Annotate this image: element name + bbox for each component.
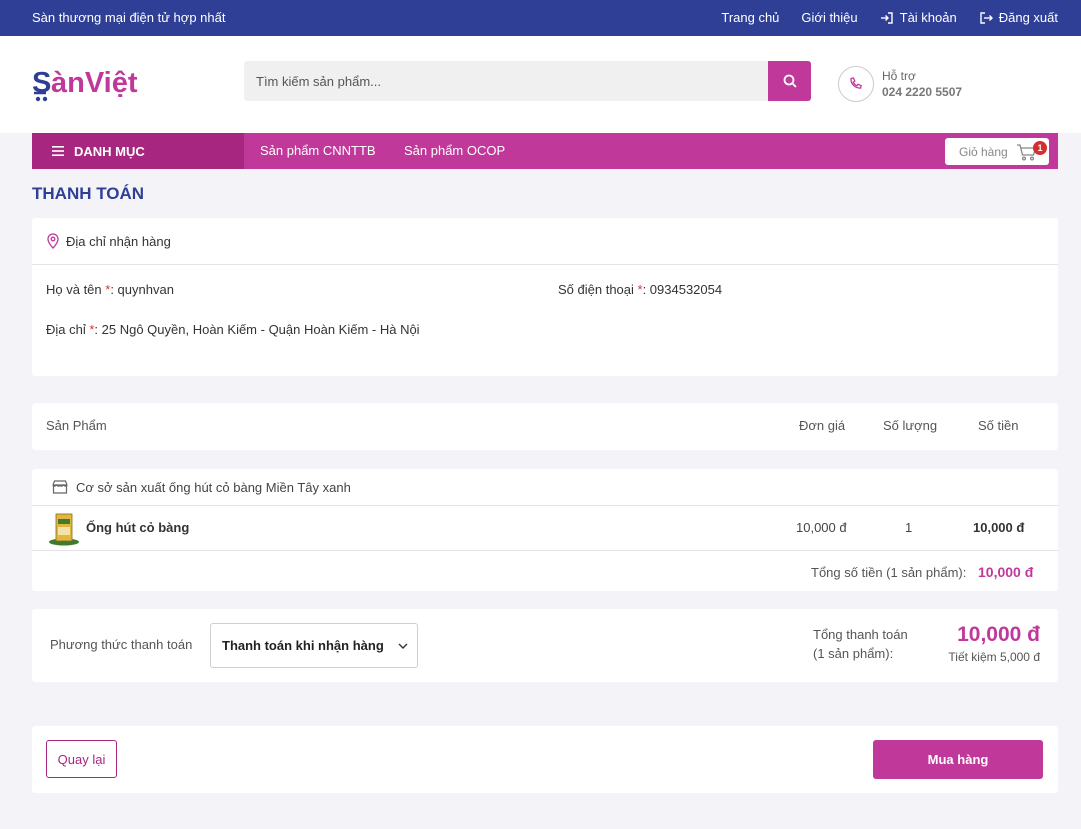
grand-total-count: (1 sản phẩm): — [813, 646, 894, 661]
top-bar: Sàn thương mại điện tử hợp nhất Trang ch… — [0, 0, 1081, 36]
search-icon — [783, 74, 797, 88]
store-icon — [52, 480, 68, 494]
col-unit-price: Đơn giá — [799, 418, 846, 433]
product-unit-price: 10,000 đ — [796, 520, 847, 535]
site-header: S ànViệt Hỗ trợ 024 2220 5507 — [0, 36, 1081, 133]
back-button[interactable]: Quay lại — [46, 740, 117, 778]
order-total-row: Tổng số tiền (1 sản phẩm): 10,000 đ — [32, 551, 1058, 591]
cart-button[interactable]: Giỏ hàng 1 — [945, 138, 1049, 165]
col-quantity: Số lượng — [883, 418, 938, 433]
nav-link-cnnttb[interactable]: Sản phẩm CNNTTB — [260, 143, 376, 158]
hamburger-icon — [52, 146, 64, 156]
product-thumbnail[interactable] — [48, 511, 81, 546]
order-total-label: Tổng số tiền (1 sản phẩm): — [811, 565, 967, 580]
address-header-label: Địa chỉ nhận hàng — [66, 233, 171, 249]
recipient-phone: Số điện thoại *: 0934532054 — [558, 282, 723, 297]
support-label: Hỗ trợ — [882, 69, 916, 83]
shop-row[interactable]: Cơ sở sản xuất ống hút cỏ bàng Miền Tây … — [32, 469, 1058, 506]
col-amount: Số tiền — [978, 418, 1019, 433]
chevron-down-icon — [398, 643, 408, 649]
payment-card: Phương thức thanh toán Thanh toán khi nh… — [32, 609, 1058, 682]
home-link[interactable]: Trang chủ — [721, 10, 779, 25]
nav-link-ocop[interactable]: Sản phẩm OCOP — [404, 143, 505, 158]
actions-card: Quay lại Mua hàng — [32, 726, 1058, 793]
savings-text: Tiết kiệm 5,000 đ — [948, 650, 1040, 664]
buy-button[interactable]: Mua hàng — [873, 740, 1043, 779]
search-input[interactable] — [244, 61, 768, 101]
address-header: Địa chỉ nhận hàng — [32, 218, 1058, 265]
phone-icon — [838, 66, 874, 102]
payment-method-value: Thanh toán khi nhận hàng — [222, 638, 384, 653]
login-icon — [880, 11, 893, 24]
account-link[interactable]: Tài khoản — [880, 10, 957, 25]
order-card: Cơ sở sản xuất ống hút cỏ bàng Miền Tây … — [32, 469, 1058, 591]
product-row: Ống hút cỏ bàng 10,000 đ 1 10,000 đ — [32, 506, 1058, 551]
order-total-value: 10,000 đ — [978, 564, 1034, 580]
payment-method-select[interactable]: Thanh toán khi nhận hàng — [210, 623, 418, 668]
grand-total-value: 10,000 đ — [957, 623, 1040, 646]
location-pin-icon — [47, 233, 59, 249]
product-line-total: 10,000 đ — [973, 520, 1025, 535]
recipient-name: Họ và tên *: quynhvan — [46, 282, 174, 297]
search-button[interactable] — [768, 61, 811, 101]
logout-link[interactable]: Đăng xuất — [979, 10, 1058, 25]
recipient-address: Địa chỉ *: 25 Ngô Quyền, Hoàn Kiếm - Quậ… — [46, 322, 420, 337]
shop-name: Cơ sở sản xuất ống hút cỏ bàng Miền Tây … — [76, 479, 351, 495]
svg-text:ànViệt: ànViệt — [51, 67, 138, 99]
cart-count-badge: 1 — [1033, 141, 1047, 155]
site-slogan: Sàn thương mại điện tử hợp nhất — [32, 10, 226, 25]
payment-method-label: Phương thức thanh toán — [50, 637, 193, 652]
cart-label: Giỏ hàng — [959, 144, 1008, 159]
logout-icon — [980, 11, 993, 24]
grand-total-label: Tổng thanh toán — [813, 627, 908, 642]
col-product: Sản Phẩm — [46, 418, 107, 433]
product-table-header: Sản Phẩm Đơn giá Số lượng Số tiền — [32, 403, 1058, 450]
product-name[interactable]: Ống hút cỏ bàng — [86, 520, 189, 535]
category-menu-button[interactable]: DANH MỤC — [32, 133, 244, 169]
support-text: Hỗ trợ 024 2220 5507 — [882, 69, 962, 99]
site-logo[interactable]: S ànViệt — [32, 66, 172, 102]
about-link[interactable]: Giới thiệu — [801, 10, 857, 25]
product-image — [49, 513, 79, 546]
support-contact[interactable]: Hỗ trợ 024 2220 5507 — [838, 66, 962, 102]
support-phone: 024 2220 5507 — [882, 85, 963, 99]
page-title: THANH TOÁN — [32, 184, 145, 203]
main-nav: DANH MỤC Sản phẩm CNNTTB Sản phẩm OCOP G… — [32, 133, 1058, 169]
address-card: Địa chỉ nhận hàng Họ và tên *: quynhvan … — [32, 218, 1058, 376]
search-bar — [244, 61, 811, 101]
top-links: Trang chủ Giới thiệu Tài khoản Đăng xuất — [721, 10, 1058, 25]
product-quantity: 1 — [905, 520, 913, 535]
logo-image: S ànViệt — [32, 67, 138, 102]
